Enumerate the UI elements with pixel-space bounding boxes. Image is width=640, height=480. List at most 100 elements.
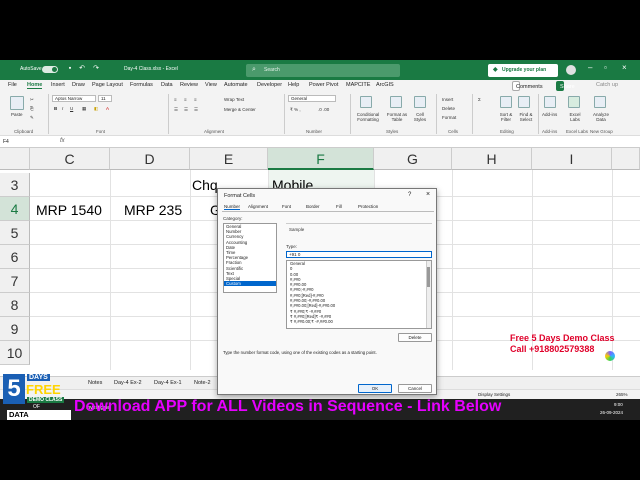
column-header-h[interactable]: H xyxy=(452,148,532,170)
dialog-tab-border[interactable]: Border xyxy=(306,204,320,209)
dialog-close-icon[interactable]: × xyxy=(426,191,430,198)
bold-icon[interactable]: B xyxy=(54,106,57,111)
wrap-text-button[interactable]: Wrap Text xyxy=(224,97,244,102)
align-left-icon[interactable]: ☰ xyxy=(174,107,178,113)
format-code-list[interactable]: General 0 0.00 #,##0 #,##0.00 #,##0;-#,#… xyxy=(286,260,432,329)
column-header-e[interactable]: E xyxy=(190,148,268,170)
autosum-icon[interactable]: Σ xyxy=(478,97,481,102)
column-header-d[interactable]: D xyxy=(110,148,190,170)
cancel-button[interactable]: Cancel xyxy=(398,384,432,393)
tab-view[interactable]: View xyxy=(205,82,217,88)
ok-button[interactable]: OK xyxy=(358,384,392,393)
delete-cells-button[interactable]: Delete xyxy=(442,106,455,111)
sort-filter-button[interactable]: Sort & Filter xyxy=(496,112,516,122)
cell-e3[interactable]: Chq xyxy=(192,177,218,193)
italic-icon[interactable]: I xyxy=(62,106,63,111)
currency-icon[interactable]: ₹ % , xyxy=(290,107,301,113)
align-bottom-icon[interactable]: ≡ xyxy=(194,97,197,102)
analyze-data-icon[interactable] xyxy=(594,96,606,108)
tab-draw[interactable]: Draw xyxy=(72,82,85,88)
avatar[interactable] xyxy=(566,65,576,75)
tab-insert[interactable]: Insert xyxy=(51,82,65,88)
cut-icon[interactable]: ✂ xyxy=(30,97,34,103)
font-name-select[interactable]: Aptos Narrow xyxy=(52,95,96,102)
format-code-item[interactable]: ₹ #,##0.00;₹ -#,##0.00 xyxy=(287,319,431,324)
fx-icon[interactable]: fx xyxy=(60,138,65,144)
tab-page-layout[interactable]: Page Layout xyxy=(92,82,123,88)
dialog-tab-protection[interactable]: Protection xyxy=(358,204,378,209)
find-select-icon[interactable] xyxy=(518,96,530,108)
zoom-level[interactable]: 265% xyxy=(616,392,628,397)
autosave-toggle[interactable] xyxy=(42,66,58,73)
cell-c4[interactable]: MRP 1540 xyxy=(36,202,102,218)
maximize-icon[interactable]: ▫ xyxy=(604,63,607,72)
borders-icon[interactable]: ▦ xyxy=(82,106,86,112)
font-color-icon[interactable]: A xyxy=(106,106,109,111)
comments-button[interactable]: Comments xyxy=(512,81,543,91)
dialog-tab-font[interactable]: Font xyxy=(282,204,291,209)
find-select-button[interactable]: Find & Select xyxy=(516,112,536,122)
tab-help[interactable]: Help xyxy=(288,82,299,88)
undo-icon[interactable]: ↶ xyxy=(78,65,86,73)
row-header-4[interactable]: 4 xyxy=(0,197,30,221)
sheet-tab-day4-ex1[interactable]: Day-4 Ex-1 xyxy=(154,380,182,386)
format-table-button[interactable]: Format as Table xyxy=(384,112,410,122)
type-input[interactable]: +91 0 xyxy=(286,251,432,258)
row-header-7[interactable]: 7 xyxy=(0,269,30,293)
category-item-selected[interactable]: Custom xyxy=(224,281,276,287)
sheet-tab-notes[interactable]: Notes xyxy=(88,380,102,386)
tab-file[interactable]: File xyxy=(8,82,17,88)
row-header-9[interactable]: 9 xyxy=(0,317,30,341)
upgrade-button[interactable]: ◆ Upgrade your plan xyxy=(488,64,558,77)
tab-home[interactable]: Home xyxy=(27,82,43,89)
number-format-select[interactable]: General xyxy=(288,95,336,102)
tab-review[interactable]: Review xyxy=(180,82,198,88)
align-right-icon[interactable]: ☰ xyxy=(194,107,198,113)
format-painter-icon[interactable]: ✎ xyxy=(30,115,34,121)
dialog-tab-fill[interactable]: Fill xyxy=(336,204,342,209)
excel-labs-icon[interactable] xyxy=(568,96,580,108)
column-header-f[interactable]: F xyxy=(268,148,374,170)
row-header-6[interactable]: 6 xyxy=(0,245,30,269)
copy-icon[interactable]: ⎘ xyxy=(30,106,34,111)
row-header-10[interactable]: 10 xyxy=(0,341,30,365)
insert-cells-button[interactable]: Insert xyxy=(442,97,453,102)
cell-d4[interactable]: MRP 235 xyxy=(124,202,182,218)
font-size-select[interactable]: 11 xyxy=(98,95,112,102)
dialog-tab-number[interactable]: Number xyxy=(224,204,241,210)
analyze-data-button[interactable]: Analyze Data xyxy=(590,112,612,122)
sheet-tab-note2[interactable]: Note-2 xyxy=(194,380,211,386)
underline-icon[interactable]: U xyxy=(70,106,73,111)
align-middle-icon[interactable]: ≡ xyxy=(184,97,187,102)
merge-center-button[interactable]: Merge & Center xyxy=(224,107,256,112)
paste-icon[interactable] xyxy=(10,96,24,110)
tab-arcgis[interactable]: ArcGIS xyxy=(376,82,394,88)
close-icon[interactable]: × xyxy=(622,63,627,72)
conditional-formatting-icon[interactable] xyxy=(360,96,372,108)
sort-filter-icon[interactable] xyxy=(500,96,512,108)
tab-power-pivot[interactable]: Power Pivot xyxy=(309,82,338,88)
cell-styles-button[interactable]: Cell Styles xyxy=(410,112,430,122)
scrollbar[interactable] xyxy=(426,261,431,328)
addins-icon[interactable] xyxy=(544,96,556,108)
catchup-button[interactable]: Catch up xyxy=(596,82,618,88)
decimal-icon[interactable]: .0 .00 xyxy=(318,107,329,112)
delete-format-button[interactable]: Delete xyxy=(398,333,432,342)
save-icon[interactable]: ▪ xyxy=(66,65,74,73)
name-box[interactable]: F4 xyxy=(3,139,9,145)
select-all-corner[interactable] xyxy=(0,148,30,170)
addins-button[interactable]: Add-ins xyxy=(542,112,557,117)
cell-styles-icon[interactable] xyxy=(414,96,426,108)
format-cells-button[interactable]: Format xyxy=(442,115,456,120)
row-header-8[interactable]: 8 xyxy=(0,293,30,317)
display-settings-button[interactable]: Display Settings xyxy=(478,392,510,397)
redo-icon[interactable]: ↷ xyxy=(92,65,100,73)
fill-color-icon[interactable]: ◧ xyxy=(94,106,98,112)
row-header-5[interactable]: 5 xyxy=(0,221,30,245)
share-button[interactable]: Share xyxy=(556,81,575,91)
category-list[interactable]: General Number Currency Accounting Date … xyxy=(223,223,277,293)
dialog-tab-alignment[interactable]: Alignment xyxy=(248,204,268,209)
tab-developer[interactable]: Developer xyxy=(257,82,282,88)
format-table-icon[interactable] xyxy=(390,96,402,108)
sheet-tab-day4-ex2[interactable]: Day-4 Ex-2 xyxy=(114,380,142,386)
